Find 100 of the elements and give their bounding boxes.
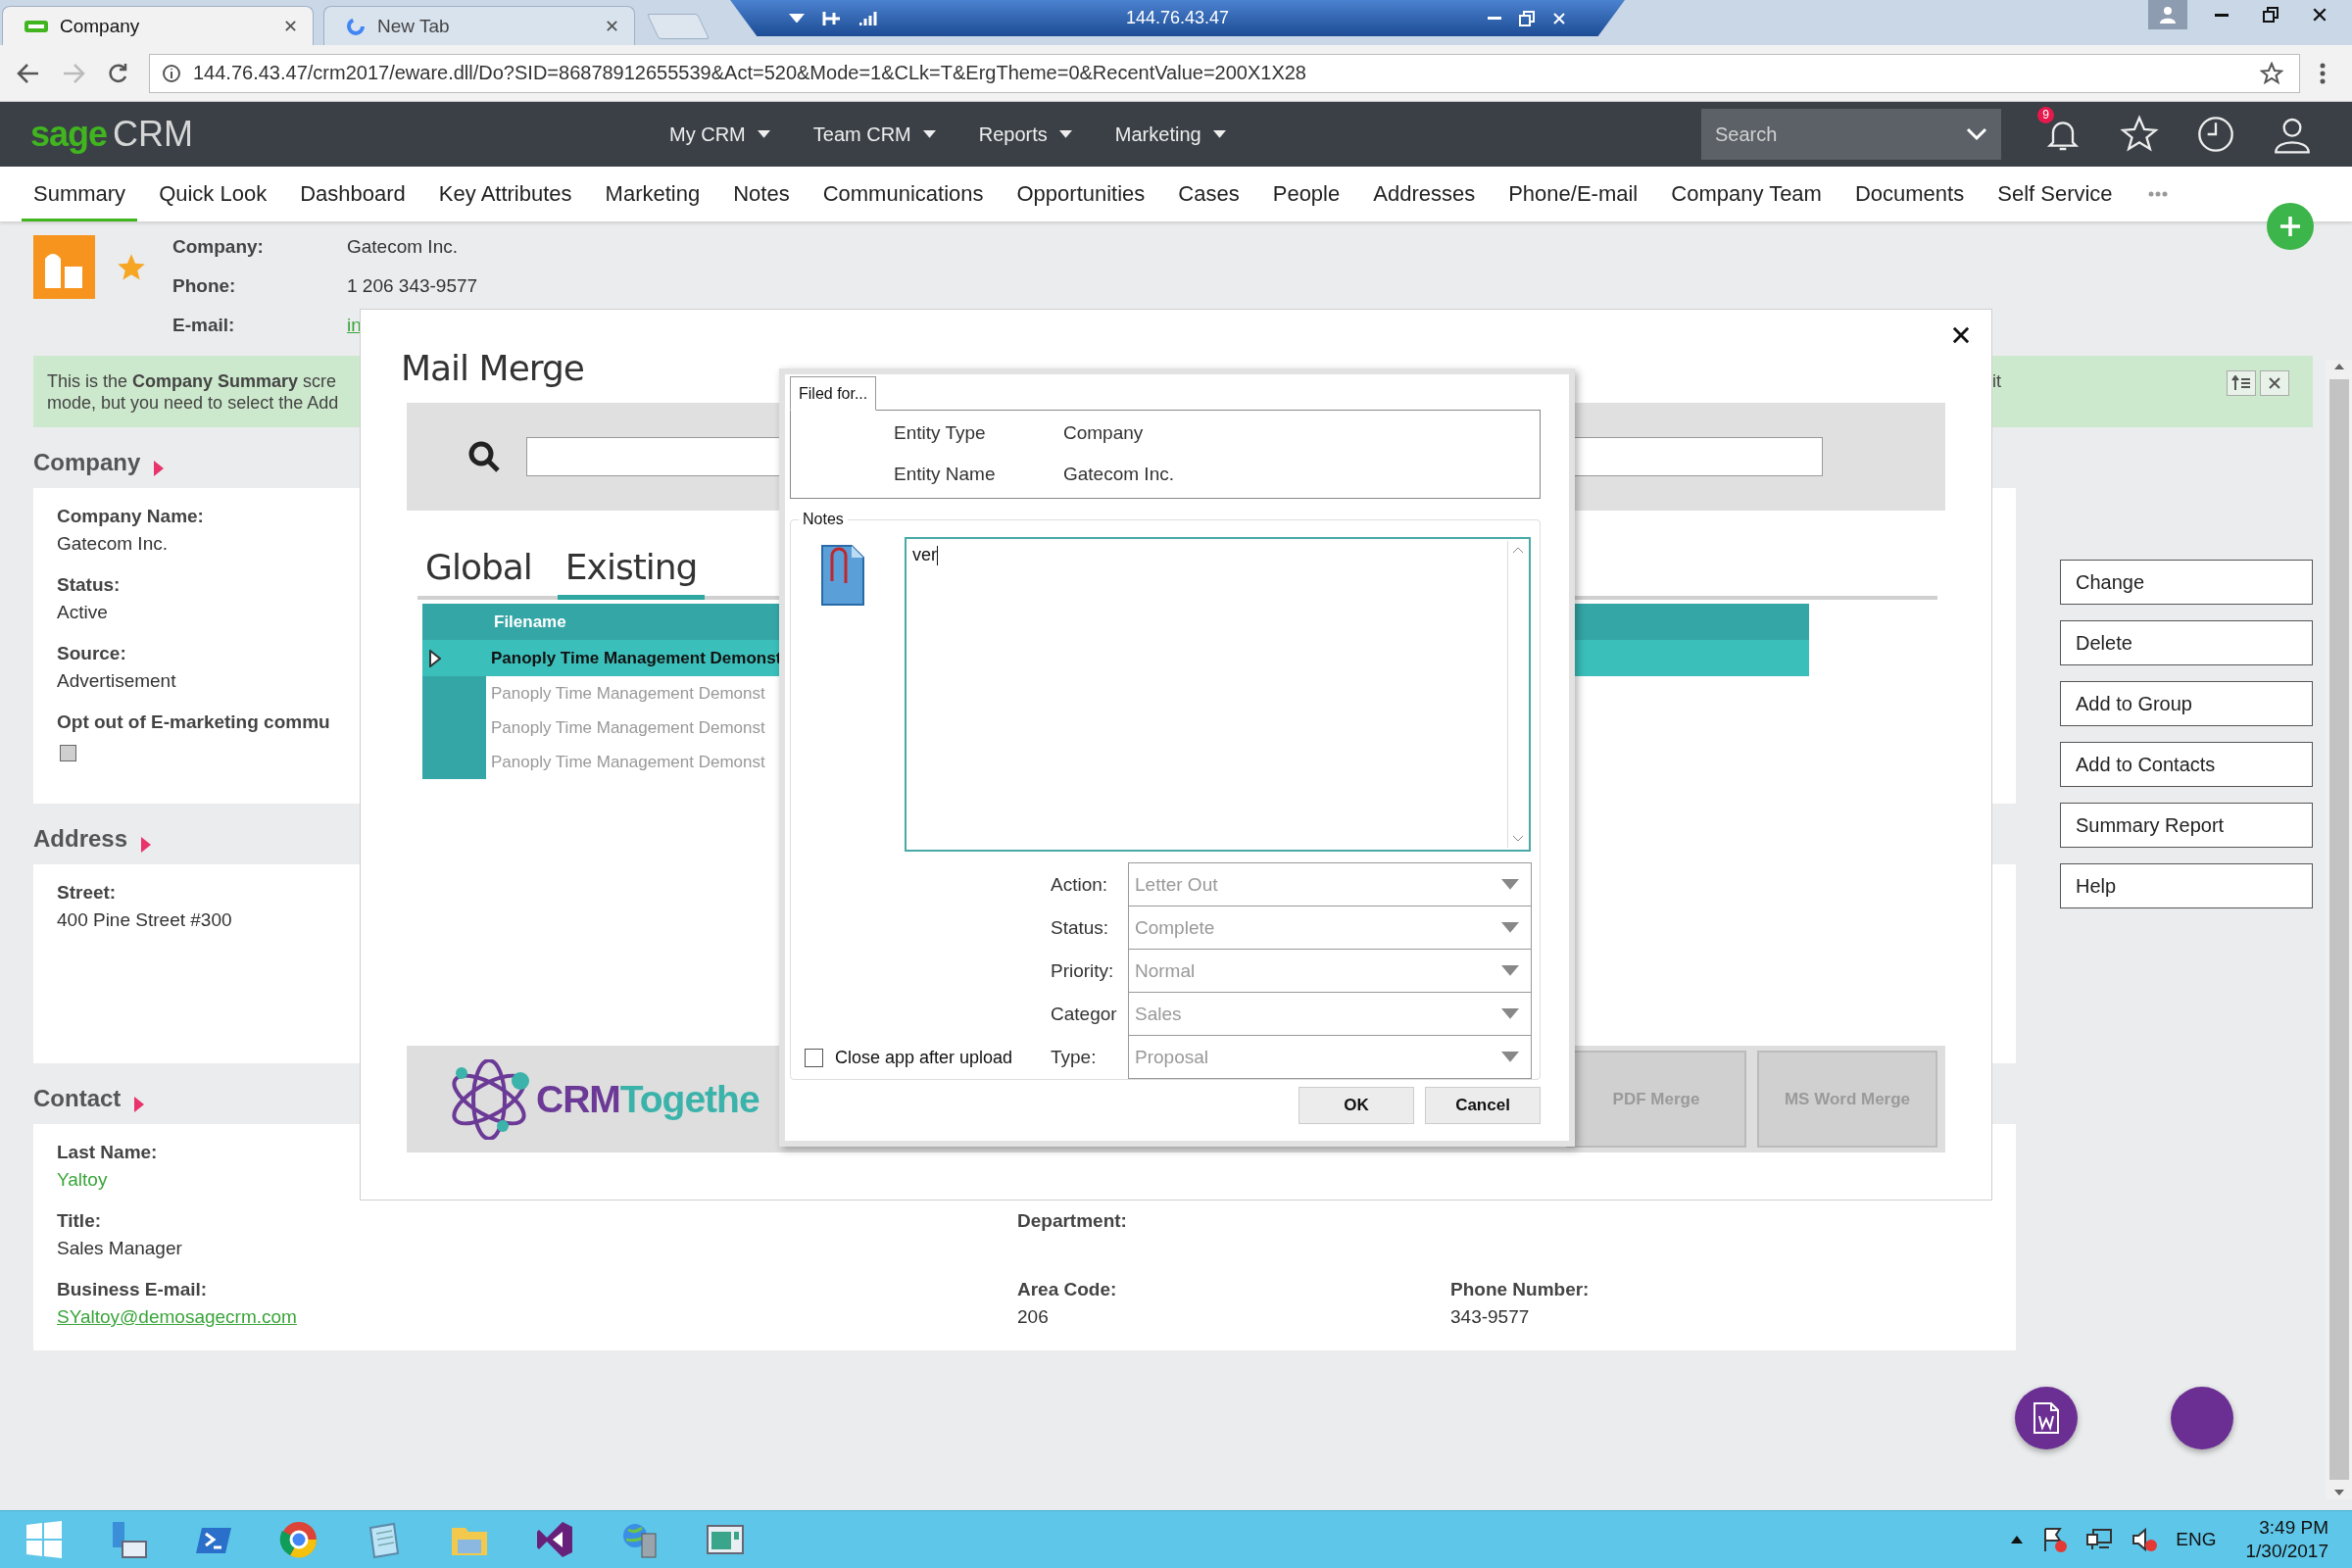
tab[interactable]: Filed for... <box>790 376 877 411</box>
caret-icon <box>1501 879 1519 890</box>
browser-tab[interactable]: Company <box>2 6 314 45</box>
time-text: 3:49 PM <box>2259 1516 2328 1540</box>
chevron-down-icon[interactable] <box>1966 127 1987 141</box>
dialog-button[interactable]: Cancel <box>1425 1087 1541 1124</box>
sort-button[interactable] <box>2227 370 2256 396</box>
app-logo[interactable]: sage CRM <box>0 115 669 154</box>
caret-icon <box>789 13 805 24</box>
circle-button[interactable] <box>2171 1387 2233 1449</box>
user-button[interactable] <box>2148 0 2187 29</box>
tab[interactable]: Opportunities <box>1004 167 1157 221</box>
tab[interactable]: Addresses <box>1361 167 1488 221</box>
field-label: Department: <box>1017 1209 1127 1233</box>
close-icon[interactable] <box>284 20 297 32</box>
tray-expand-icon[interactable] <box>2011 1536 2024 1544</box>
browser-icon[interactable] <box>278 1520 318 1559</box>
tab[interactable]: Key Attributes <box>426 167 584 221</box>
row-pointer-icon <box>429 649 441 667</box>
clock[interactable]: 3:49 PM 1/30/2017 <box>2245 1516 2328 1563</box>
tab[interactable]: Global <box>417 540 540 600</box>
checkbox-label: Close app after upload <box>835 1047 1013 1068</box>
tab[interactable]: People <box>1260 167 1352 221</box>
tab[interactable]: Summary <box>22 167 138 221</box>
caret-icon <box>1501 1052 1519 1062</box>
tab[interactable]: Dashboard <box>288 167 417 221</box>
scrollbar[interactable] <box>2326 360 2352 1499</box>
field-label: Phone: <box>172 275 236 297</box>
sort-icon <box>2231 375 2251 391</box>
site-icon <box>24 18 48 34</box>
back-icon[interactable] <box>17 62 40 84</box>
menu-icon[interactable] <box>2320 62 2326 84</box>
tab[interactable]: Cases <box>1166 167 1251 221</box>
star-icon[interactable] <box>2120 115 2159 154</box>
pin-icon[interactable] <box>822 9 842 27</box>
search-icon[interactable] <box>467 440 501 473</box>
scroll-up-icon <box>1512 547 1523 553</box>
info-icon[interactable] <box>162 63 181 83</box>
field-label: Source: <box>57 642 126 665</box>
table-cell-text: Panoply Time Management Demonst <box>490 683 766 704</box>
tab[interactable]: Communications <box>810 167 996 221</box>
action-button[interactable]: Add to Contacts <box>2060 742 2313 787</box>
table-cell-text: Panoply Time Management Demonst <box>490 648 783 668</box>
checkbox[interactable] <box>60 745 76 761</box>
nav-menu[interactable]: Team CRM <box>812 122 936 146</box>
field-label: E-mail: <box>172 315 235 336</box>
search-field[interactable]: Search <box>1701 109 2001 160</box>
tab[interactable]: Self Service <box>1985 167 2125 221</box>
action-button[interactable]: Change <box>2060 560 2313 605</box>
field-value: Gatecom Inc. <box>57 532 168 556</box>
host-address: 144.76.43.47 <box>1124 8 1231 28</box>
field-label: Last Name: <box>57 1141 158 1164</box>
action-button[interactable]: Summary Report <box>2060 803 2313 848</box>
field-label: Status: <box>1051 916 1110 940</box>
caret-icon <box>1058 130 1072 138</box>
tab[interactable]: Quick Look <box>147 167 279 221</box>
reload-icon[interactable] <box>107 62 128 84</box>
star-icon[interactable] <box>117 253 146 282</box>
plus-icon <box>2278 215 2302 238</box>
caret-icon[interactable] <box>134 1097 145 1112</box>
more-icon[interactable] <box>2147 191 2168 197</box>
action-button[interactable]: Help <box>2060 863 2313 908</box>
scroll-up-icon <box>2333 364 2344 369</box>
action-button[interactable]: Add to Group <box>2060 681 2313 726</box>
close-button[interactable] <box>2260 370 2289 396</box>
scroll-down-icon <box>2333 1490 2344 1495</box>
browser-tab[interactable]: New Tab <box>323 6 635 45</box>
restore-icon[interactable] <box>1519 10 1535 26</box>
close-icon[interactable] <box>2312 7 2328 23</box>
visual-studio-icon[interactable] <box>534 1520 574 1559</box>
tab[interactable]: Notes <box>721 167 802 221</box>
nav-menu[interactable]: Reports <box>978 122 1072 146</box>
caret-icon[interactable] <box>154 461 165 476</box>
clock-icon[interactable] <box>2196 115 2235 154</box>
tab[interactable]: Phone/E-mail <box>1496 167 1650 221</box>
close-icon[interactable] <box>2268 376 2281 390</box>
document-button[interactable] <box>2015 1387 2078 1449</box>
dialog-button[interactable]: OK <box>1298 1087 1414 1124</box>
section-title: Address <box>33 825 128 853</box>
close-icon[interactable] <box>1951 325 1971 345</box>
field-label: Title: <box>57 1209 102 1233</box>
nav-menu[interactable]: My CRM <box>669 122 770 146</box>
tab[interactable]: Marketing <box>593 167 712 221</box>
table-cell-text: Panoply Time Management Demonst <box>490 752 766 772</box>
tab[interactable]: Documents <box>1842 167 1977 221</box>
notes-field[interactable]: ver <box>905 537 1531 852</box>
row-header-cell <box>422 676 486 710</box>
action-button[interactable]: Delete <box>2060 620 2313 665</box>
bookmark-star-icon[interactable] <box>2260 61 2283 85</box>
field-label: Entity Type <box>894 422 987 444</box>
language-indicator[interactable]: ENG <box>2176 1529 2217 1550</box>
nav-menu[interactable]: Marketing <box>1114 122 1226 146</box>
tab[interactable]: Company Team <box>1659 167 1834 221</box>
caret-icon[interactable] <box>141 837 152 853</box>
word-document-icon <box>2033 1402 2060 1434</box>
add-button[interactable] <box>2267 203 2314 250</box>
address-field[interactable]: 144.76.43.47/crm2017/eware.dll/Do?SID=86878912655539&Act=520&Mode=1&CLk=T&ErgTheme=0&RecentValue=200X1X28 <box>149 53 2300 93</box>
checkbox[interactable] <box>805 1048 823 1067</box>
field-label: Street: <box>57 881 117 905</box>
volume-icon[interactable] <box>2131 1526 2159 1553</box>
